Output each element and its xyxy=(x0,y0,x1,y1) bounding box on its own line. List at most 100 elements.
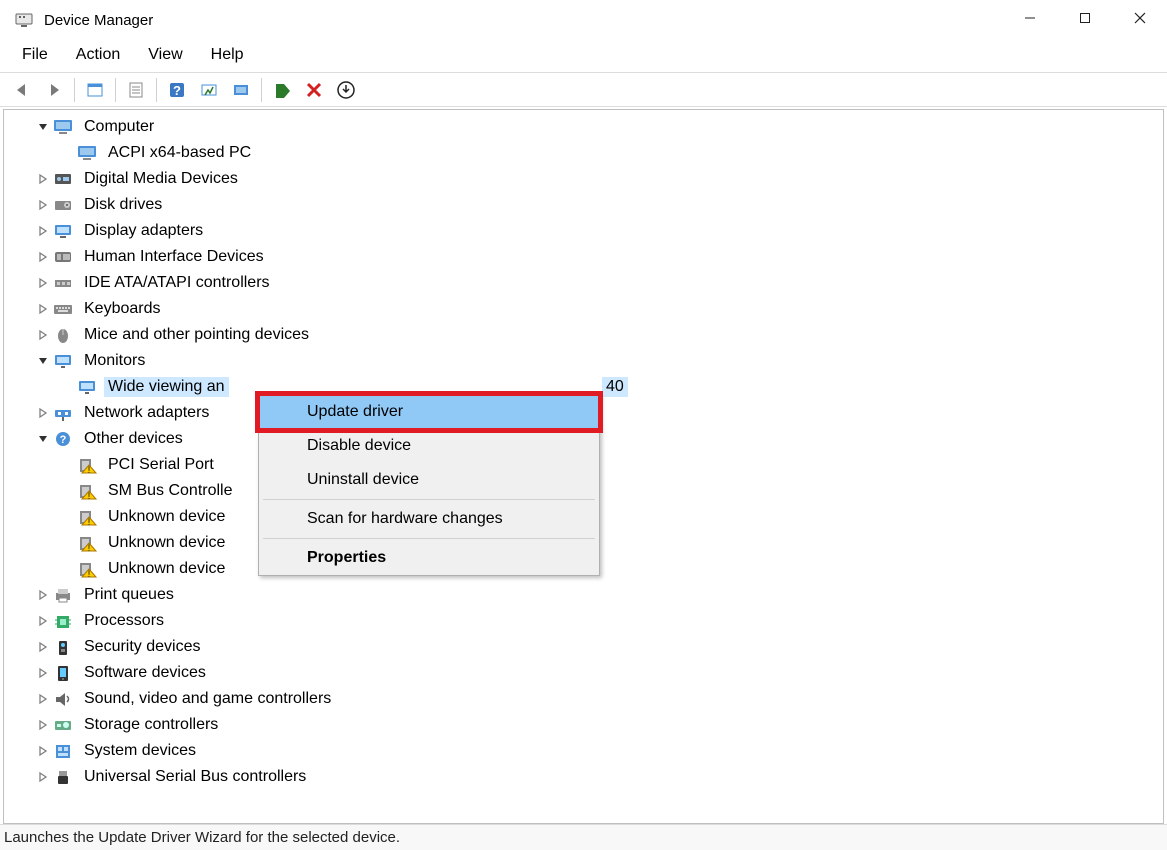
expand-arrow-icon[interactable] xyxy=(34,222,52,240)
expand-arrow-icon[interactable] xyxy=(34,612,52,630)
tree-label[interactable]: Processors xyxy=(80,611,168,631)
tree-label[interactable]: SM Bus Controlle xyxy=(104,481,237,501)
context-menu-properties[interactable]: Properties xyxy=(259,541,599,575)
tree-label[interactable]: Storage controllers xyxy=(80,715,222,735)
menu-action[interactable]: Action xyxy=(62,42,134,68)
expand-arrow-icon[interactable] xyxy=(34,664,52,682)
forward-button[interactable] xyxy=(40,76,68,104)
tree-label[interactable]: Digital Media Devices xyxy=(80,169,242,189)
collapse-arrow-icon[interactable] xyxy=(34,118,52,136)
expand-arrow-icon[interactable] xyxy=(34,768,52,786)
scan-hardware-button[interactable] xyxy=(195,76,223,104)
tree-label[interactable]: Other devices xyxy=(80,429,187,449)
tree-label[interactable]: Sound, video and game controllers xyxy=(80,689,335,709)
expand-arrow-icon[interactable] xyxy=(34,326,52,344)
device-category[interactable]: Mice and other pointing devices xyxy=(4,322,1163,348)
expand-arrow-icon[interactable] xyxy=(34,404,52,422)
help-button[interactable]: ? xyxy=(163,76,191,104)
tree-label[interactable]: System devices xyxy=(80,741,200,761)
uninstall-button[interactable] xyxy=(300,76,328,104)
context-menu-scan[interactable]: Scan for hardware changes xyxy=(259,502,599,536)
no-arrow xyxy=(58,378,76,396)
device-category[interactable]: Sound, video and game controllers xyxy=(4,686,1163,712)
menu-view[interactable]: View xyxy=(134,42,196,68)
menu-help[interactable]: Help xyxy=(197,42,258,68)
device-category[interactable]: Disk drives xyxy=(4,192,1163,218)
context-menu-disable[interactable]: Disable device xyxy=(259,429,599,463)
tree-label[interactable]: Network adapters xyxy=(80,403,213,423)
title-bar[interactable]: Device Manager xyxy=(0,0,1167,40)
collapse-arrow-icon[interactable] xyxy=(34,352,52,370)
other-icon: ? xyxy=(52,428,74,450)
tree-label[interactable]: Security devices xyxy=(80,637,205,657)
device-category[interactable]: Software devices xyxy=(4,660,1163,686)
tree-label[interactable]: Print queues xyxy=(80,585,178,605)
network-icon xyxy=(52,402,74,424)
computer-icon xyxy=(76,142,98,164)
tree-label[interactable]: Unknown device xyxy=(104,533,229,553)
context-menu-uninstall[interactable]: Uninstall device xyxy=(259,463,599,497)
back-button[interactable] xyxy=(8,76,36,104)
expand-arrow-icon[interactable] xyxy=(34,690,52,708)
context-menu: Update driverDisable deviceUninstall dev… xyxy=(258,394,600,576)
tree-label[interactable]: Software devices xyxy=(80,663,210,683)
context-menu-update[interactable]: Update driver xyxy=(259,395,599,429)
expand-arrow-icon[interactable] xyxy=(34,196,52,214)
expand-arrow-icon[interactable] xyxy=(34,716,52,734)
status-text: Launches the Update Driver Wizard for th… xyxy=(4,829,400,846)
collapse-arrow-icon[interactable] xyxy=(34,430,52,448)
action-button[interactable] xyxy=(332,76,360,104)
toolbar: ? xyxy=(0,73,1167,107)
expand-arrow-icon[interactable] xyxy=(34,742,52,760)
device-category[interactable]: Human Interface Devices xyxy=(4,244,1163,270)
expand-arrow-icon[interactable] xyxy=(34,300,52,318)
tree-label[interactable]: Wide viewing an xyxy=(104,377,229,397)
expand-arrow-icon[interactable] xyxy=(34,638,52,656)
tree-label[interactable]: IDE ATA/ATAPI controllers xyxy=(80,273,274,293)
device-category[interactable]: Display adapters xyxy=(4,218,1163,244)
tree-label[interactable]: Monitors xyxy=(80,351,149,371)
tree-label[interactable]: Unknown device xyxy=(104,507,229,527)
device-category[interactable]: IDE ATA/ATAPI controllers xyxy=(4,270,1163,296)
close-button[interactable] xyxy=(1112,0,1167,36)
show-hidden-button[interactable] xyxy=(81,76,109,104)
tree-label[interactable]: PCI Serial Port xyxy=(104,455,218,475)
device-item[interactable]: ACPI x64-based PC xyxy=(4,140,1163,166)
tree-label[interactable]: Keyboards xyxy=(80,299,165,319)
tree-label[interactable]: Unknown device xyxy=(104,559,229,579)
expand-arrow-icon[interactable] xyxy=(34,248,52,266)
tree-label[interactable]: Disk drives xyxy=(80,195,166,215)
separator xyxy=(115,78,116,102)
tree-label[interactable]: ACPI x64-based PC xyxy=(104,143,255,163)
window-title: Device Manager xyxy=(44,12,153,29)
properties-button[interactable] xyxy=(122,76,150,104)
update-driver-button[interactable] xyxy=(227,76,255,104)
mouse-icon xyxy=(52,324,74,346)
device-category[interactable]: Digital Media Devices xyxy=(4,166,1163,192)
maximize-button[interactable] xyxy=(1057,0,1112,36)
tree-label[interactable]: Mice and other pointing devices xyxy=(80,325,313,345)
expand-arrow-icon[interactable] xyxy=(34,274,52,292)
menu-bar: File Action View Help xyxy=(0,40,1167,73)
device-category[interactable]: Security devices xyxy=(4,634,1163,660)
tree-label[interactable]: Human Interface Devices xyxy=(80,247,268,267)
warn-icon: ! xyxy=(76,480,98,502)
expand-arrow-icon[interactable] xyxy=(34,586,52,604)
device-category[interactable]: Print queues xyxy=(4,582,1163,608)
device-category[interactable]: Processors xyxy=(4,608,1163,634)
device-category[interactable]: Storage controllers xyxy=(4,712,1163,738)
menu-file[interactable]: File xyxy=(8,42,62,68)
device-category[interactable]: Keyboards xyxy=(4,296,1163,322)
tree-label[interactable]: Computer xyxy=(80,117,158,137)
svg-text:!: ! xyxy=(88,517,91,526)
tree-label[interactable]: Display adapters xyxy=(80,221,207,241)
enable-button[interactable] xyxy=(268,76,296,104)
device-category[interactable]: System devices xyxy=(4,738,1163,764)
device-category[interactable]: Computer xyxy=(4,114,1163,140)
device-category[interactable]: Monitors xyxy=(4,348,1163,374)
expand-arrow-icon[interactable] xyxy=(34,170,52,188)
minimize-button[interactable] xyxy=(1002,0,1057,36)
tree-label[interactable]: Universal Serial Bus controllers xyxy=(80,767,310,787)
device-category[interactable]: Universal Serial Bus controllers xyxy=(4,764,1163,790)
no-arrow xyxy=(58,144,76,162)
